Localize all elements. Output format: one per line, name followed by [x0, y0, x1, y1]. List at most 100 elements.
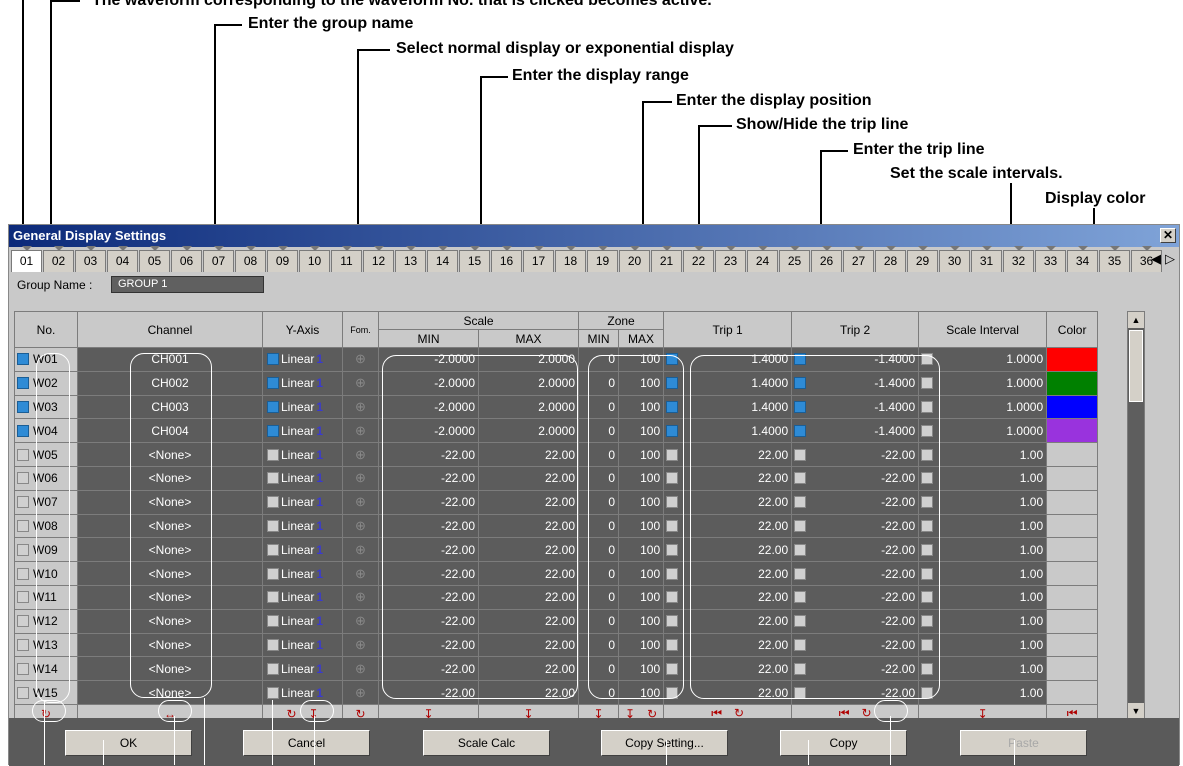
- trip1-cell[interactable]: 22.00: [663, 513, 793, 539]
- yaxis-spin-icon[interactable]: 1: [316, 614, 323, 628]
- yaxis-checkbox[interactable]: [267, 448, 279, 461]
- color-swatch[interactable]: [1046, 347, 1099, 372]
- trip1-cell[interactable]: 22.00: [663, 680, 793, 705]
- zone-max-cell[interactable]: 100: [617, 513, 665, 539]
- trip2-cell[interactable]: -22.00: [791, 537, 920, 563]
- format-icon[interactable]: ⊕: [342, 347, 379, 372]
- tab-07[interactable]: 07: [203, 246, 234, 272]
- scale-min-cell[interactable]: -22.00: [378, 537, 479, 563]
- trip1-checkbox[interactable]: [666, 400, 679, 413]
- tab-33[interactable]: 33: [1035, 246, 1066, 272]
- tab-31[interactable]: 31: [971, 246, 1002, 272]
- trip2-checkbox[interactable]: [794, 448, 807, 461]
- trip2-value[interactable]: -22.00: [881, 471, 915, 485]
- tab-17[interactable]: 17: [523, 246, 554, 272]
- yaxis-cell[interactable]: Linear 1: [262, 584, 343, 610]
- scale-min-cell[interactable]: -22.00: [378, 680, 479, 705]
- zone-min-cell[interactable]: 0: [578, 584, 619, 610]
- channel-cell[interactable]: <None>: [77, 680, 263, 705]
- color-swatch[interactable]: [1046, 513, 1099, 539]
- format-icon[interactable]: ⊕: [342, 394, 379, 420]
- format-icon[interactable]: ⊕: [342, 465, 379, 491]
- waveform-no-cell[interactable]: W15: [14, 680, 78, 705]
- tab-30[interactable]: 30: [939, 246, 970, 272]
- yaxis-cell[interactable]: Linear 1: [262, 465, 343, 491]
- channel-cell[interactable]: <None>: [77, 489, 263, 515]
- tab-25[interactable]: 25: [779, 246, 810, 272]
- trip1-checkbox[interactable]: [666, 377, 679, 390]
- format-icon[interactable]: ⊕: [342, 584, 379, 610]
- waveform-display-checkbox[interactable]: [17, 377, 29, 390]
- zone-min-cell[interactable]: 0: [578, 370, 619, 396]
- scale-interval-value[interactable]: 1.00: [1020, 590, 1043, 604]
- scale-interval-cell[interactable]: 1.00: [918, 442, 1048, 467]
- trip2-checkbox[interactable]: [794, 424, 807, 437]
- waveform-display-checkbox[interactable]: [17, 567, 29, 580]
- trip1-cell[interactable]: 1.4000: [663, 394, 793, 420]
- trip2-cell[interactable]: -22.00: [791, 561, 920, 586]
- scale-interval-cell[interactable]: 1.0000: [918, 347, 1048, 372]
- yaxis-spin-icon[interactable]: 1: [316, 471, 323, 485]
- tab-32[interactable]: 32: [1003, 246, 1034, 272]
- waveform-display-checkbox[interactable]: [17, 638, 29, 651]
- zone-max-cell[interactable]: 100: [617, 489, 665, 515]
- trip2-value[interactable]: -22.00: [881, 448, 915, 462]
- trip1-value[interactable]: 22.00: [758, 614, 788, 628]
- group-name-input[interactable]: GROUP 1: [111, 276, 264, 293]
- scale-max-cell[interactable]: 22.00: [478, 561, 579, 586]
- trip1-checkbox[interactable]: [666, 353, 679, 366]
- trip1-value[interactable]: 1.4000: [751, 400, 788, 414]
- format-icon[interactable]: ⊕: [342, 489, 379, 515]
- scale-interval-cell[interactable]: 1.00: [918, 489, 1048, 515]
- yaxis-spin-icon[interactable]: 1: [316, 424, 323, 438]
- trip2-checkbox[interactable]: [794, 615, 807, 628]
- tab-16[interactable]: 16: [491, 246, 522, 272]
- trip2-value[interactable]: -1.4000: [874, 352, 915, 366]
- trip2-value[interactable]: -22.00: [881, 519, 915, 533]
- scale-interval-cell[interactable]: 1.00: [918, 537, 1048, 563]
- scale-interval-cell[interactable]: 1.00: [918, 584, 1048, 610]
- scale-interval-checkbox[interactable]: [921, 448, 934, 461]
- scale-interval-cell[interactable]: 1.00: [918, 680, 1048, 705]
- scale-interval-value[interactable]: 1.00: [1020, 471, 1043, 485]
- tab-26[interactable]: 26: [811, 246, 842, 272]
- trip1-value[interactable]: 1.4000: [751, 352, 788, 366]
- format-icon[interactable]: ⊕: [342, 608, 379, 634]
- color-swatch[interactable]: [1046, 442, 1099, 467]
- yaxis-checkbox[interactable]: [267, 662, 279, 675]
- channel-cell[interactable]: <None>: [77, 465, 263, 491]
- channel-cell[interactable]: <None>: [77, 656, 263, 682]
- trip2-checkbox[interactable]: [794, 496, 807, 509]
- waveform-display-checkbox[interactable]: [17, 400, 29, 413]
- zone-max-cell[interactable]: 100: [617, 537, 665, 563]
- trip1-checkbox[interactable]: [666, 567, 679, 580]
- scale-interval-value[interactable]: 1.00: [1020, 495, 1043, 509]
- color-swatch[interactable]: [1046, 632, 1099, 658]
- trip1-checkbox[interactable]: [666, 638, 679, 651]
- tab-11[interactable]: 11: [331, 246, 362, 272]
- trip1-cell[interactable]: 22.00: [663, 561, 793, 586]
- zone-min-cell[interactable]: 0: [578, 680, 619, 705]
- waveform-display-checkbox[interactable]: [17, 496, 29, 509]
- scale-max-cell[interactable]: 22.00: [478, 656, 579, 682]
- color-swatch[interactable]: [1046, 608, 1099, 634]
- scale-min-cell[interactable]: -22.00: [378, 465, 479, 491]
- yaxis-cell[interactable]: Linear 1: [262, 489, 343, 515]
- scale-min-cell[interactable]: -22.00: [378, 489, 479, 515]
- waveform-no-cell[interactable]: W14: [14, 656, 78, 682]
- scale-interval-checkbox[interactable]: [921, 353, 934, 366]
- trip2-value[interactable]: -1.4000: [874, 376, 915, 390]
- trip1-value[interactable]: 1.4000: [751, 376, 788, 390]
- scale-interval-value[interactable]: 1.00: [1020, 448, 1043, 462]
- trip2-value[interactable]: -1.4000: [874, 400, 915, 414]
- yaxis-spin-icon[interactable]: 1: [316, 662, 323, 676]
- trip2-checkbox[interactable]: [794, 662, 807, 675]
- tab-05[interactable]: 05: [139, 246, 170, 272]
- waveform-display-checkbox[interactable]: [17, 543, 29, 556]
- paste-button[interactable]: Paste: [960, 730, 1087, 756]
- scale-max-cell[interactable]: 22.00: [478, 584, 579, 610]
- yaxis-spin-icon[interactable]: 1: [316, 448, 323, 462]
- scale-min-cell[interactable]: -2.0000: [378, 370, 479, 396]
- zone-max-cell[interactable]: 100: [617, 656, 665, 682]
- yaxis-cell[interactable]: Linear 1: [262, 442, 343, 467]
